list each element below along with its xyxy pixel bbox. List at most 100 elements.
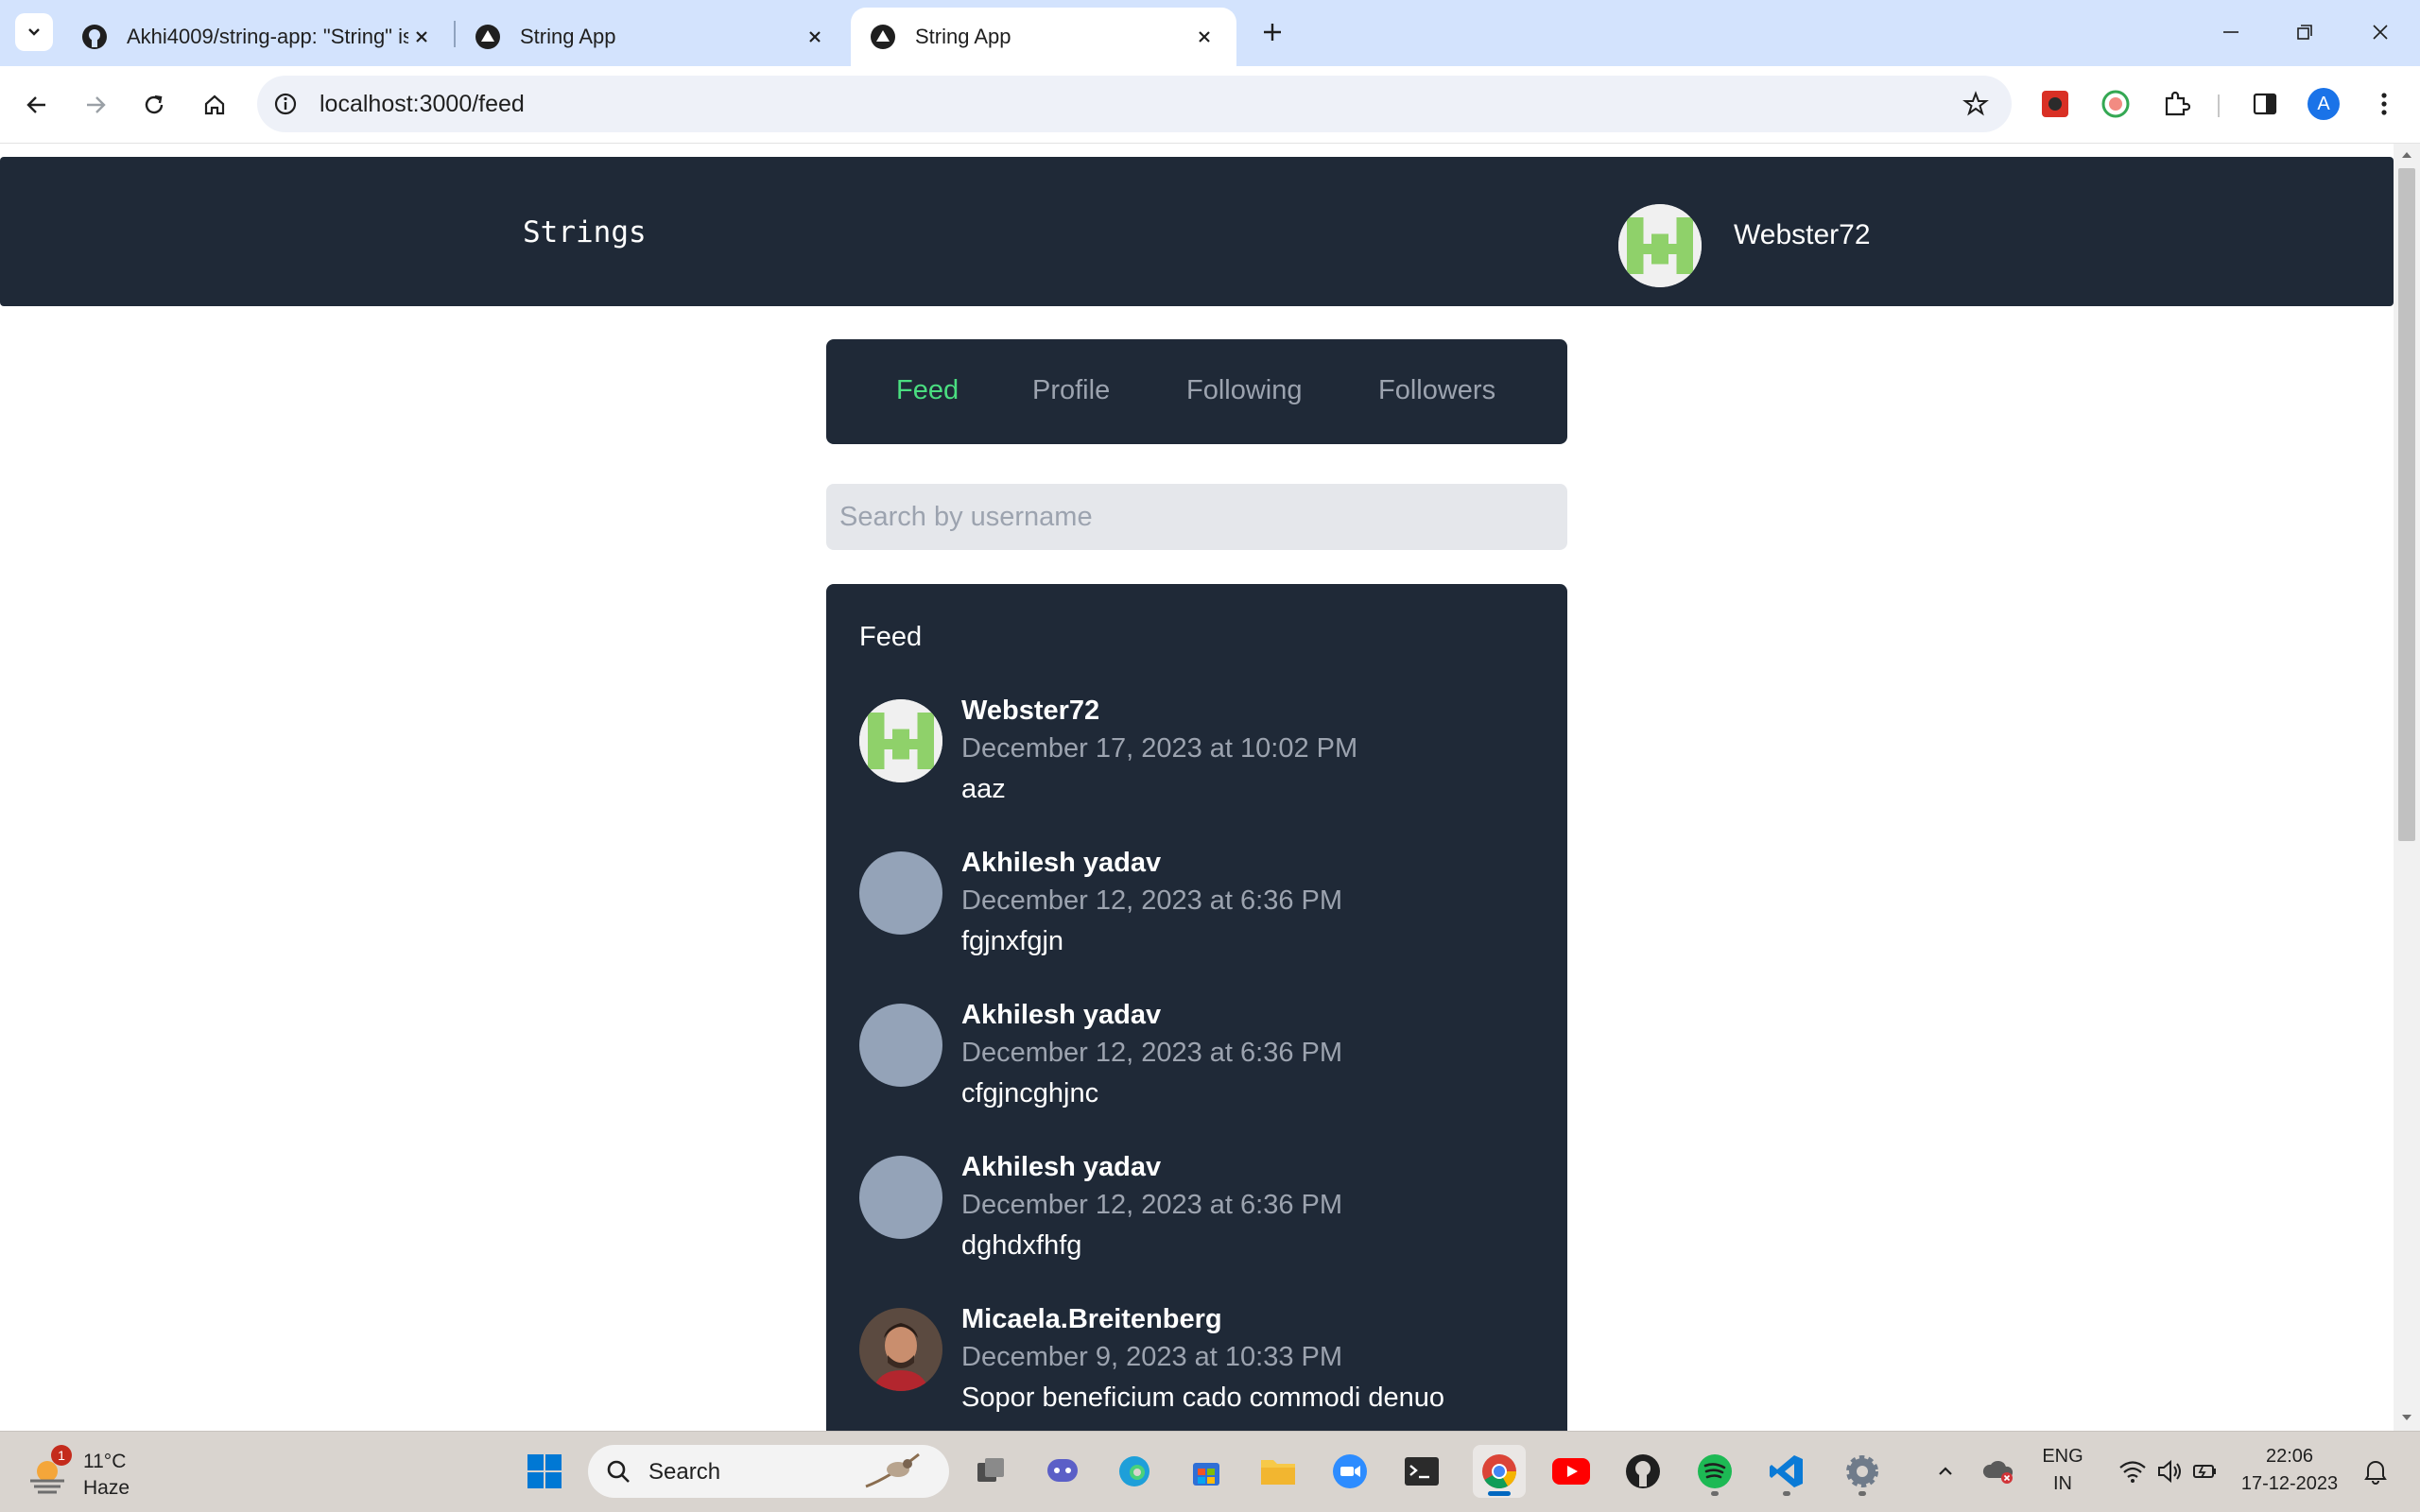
profile-avatar-button[interactable]: A [2305,85,2342,123]
chevron-up-icon [1939,1467,1952,1475]
post-username[interactable]: Akhilesh yadav [961,1152,1161,1183]
feed-post: Micaela.Breitenberg December 9, 2023 at … [859,1304,1540,1431]
nav-profile[interactable]: Profile [1032,375,1110,406]
reload-icon [145,94,164,114]
close-icon[interactable] [1191,24,1218,50]
post-username[interactable]: Webster72 [961,696,1099,727]
taskbar-chrome[interactable] [1473,1445,1526,1498]
extension-grammar-icon[interactable] [2097,85,2135,123]
browser-tab-github[interactable]: Akhi4009/string-app: "String" is [62,8,454,66]
task-view-button[interactable] [964,1445,1017,1498]
brand-logo-text[interactable]: Strings [523,215,647,249]
post-avatar-placeholder[interactable] [859,1156,942,1239]
info-icon[interactable] [270,89,301,119]
reload-button[interactable] [132,83,176,127]
tab-title: String App [915,25,1011,48]
browser-menu-button[interactable] [2365,85,2403,123]
close-window-button[interactable] [2358,11,2403,53]
post-avatar-placeholder[interactable] [859,851,942,935]
feed-post: Akhilesh yadav December 12, 2023 at 6:36… [859,1000,1540,1142]
vscode-icon [1770,1455,1803,1487]
page-viewport: Strings Webster72 Feed Profile Following… [0,144,2420,1431]
forward-button[interactable] [74,83,117,127]
bookmark-star-icon[interactable] [1961,89,1991,119]
nav-feed[interactable]: Feed [896,375,959,406]
browser-tab-strip: Akhi4009/string-app: "String" is String … [0,0,2420,66]
chrome-icon [1482,1454,1516,1489]
user-avatar[interactable] [1618,204,1702,287]
zoom-icon [1333,1454,1367,1488]
tab-search-button[interactable] [15,13,53,51]
profile-initial: A [2308,88,2340,120]
identicon-avatar [1618,204,1702,287]
home-icon [204,94,225,115]
taskbar-teams-chat[interactable] [1036,1445,1089,1498]
weather-widget[interactable]: 1 11°C Haze [26,1445,159,1502]
bird-illustration-icon [865,1452,920,1488]
restore-button[interactable] [2282,11,2327,53]
language-indicator[interactable]: ENG IN [2032,1446,2093,1495]
close-icon[interactable] [408,24,435,50]
restore-icon [2297,25,2312,40]
start-button[interactable] [518,1445,571,1498]
post-avatar[interactable] [859,699,942,782]
post-content: cfgjncghjnc [961,1078,1099,1108]
onedrive-tray-button[interactable] [1976,1445,2021,1498]
scrollbar-thumb[interactable] [2398,168,2415,841]
close-icon[interactable] [802,24,828,50]
post-username[interactable]: Akhilesh yadav [961,1000,1161,1031]
post-avatar-placeholder[interactable] [859,1004,942,1087]
scroll-down-arrow-icon[interactable] [2401,1412,2412,1423]
identicon-avatar [859,699,942,782]
post-avatar-photo[interactable] [859,1308,942,1391]
chevron-down-icon [28,28,40,36]
taskbar-youtube[interactable] [1545,1445,1598,1498]
taskbar-github-desktop[interactable] [1616,1445,1669,1498]
taskbar-vscode[interactable] [1760,1445,1813,1498]
windows-taskbar: 1 11°C Haze Search ENG IN 22:06 17-12-20… [0,1431,2420,1512]
post-content: Sopor beneficium cado commodi denuo [961,1383,1445,1413]
github-icon [1626,1454,1660,1488]
minimize-button[interactable] [2208,11,2254,53]
clock[interactable]: 22:06 17-12-2023 [2233,1446,2346,1495]
address-bar[interactable]: localhost:3000/feed [257,76,2012,132]
tab-title: String App [520,25,616,48]
taskbar-zoom[interactable] [1323,1445,1376,1498]
language-region: IN [2053,1473,2072,1494]
post-username[interactable]: Akhilesh yadav [961,848,1161,879]
header-username[interactable]: Webster72 [1734,219,1871,251]
taskbar-file-explorer[interactable] [1252,1445,1305,1498]
quick-settings-button[interactable] [2102,1445,2235,1498]
taskbar-search-box[interactable]: Search [588,1445,949,1498]
clock-date: 17-12-2023 [2240,1473,2339,1494]
taskbar-spotify[interactable] [1688,1445,1741,1498]
bell-icon [2364,1461,2387,1485]
extensions-puzzle-icon[interactable] [2157,85,2195,123]
notifications-button[interactable] [2354,1445,2397,1498]
vercel-icon [871,25,895,49]
back-button[interactable] [15,83,59,127]
side-panel-icon[interactable] [2246,85,2284,123]
extension-red-icon[interactable] [2036,85,2074,123]
search-username-input[interactable] [826,484,1567,550]
volume-icon [2158,1459,2181,1484]
taskbar-terminal[interactable] [1395,1445,1448,1498]
language-code: ENG [2042,1446,2083,1467]
active-app-indicator [1488,1491,1511,1496]
home-button[interactable] [193,83,236,127]
new-tab-button[interactable] [1253,13,1291,51]
browser-tab-string-app[interactable]: String App [456,8,847,66]
page-scrollbar[interactable] [2394,144,2420,1431]
scroll-up-arrow-icon[interactable] [2401,149,2412,161]
browser-tab-string-app-active[interactable]: String App [851,8,1236,66]
taskbar-store[interactable] [1180,1445,1233,1498]
nav-following[interactable]: Following [1186,375,1303,406]
taskbar-settings[interactable] [1836,1445,1889,1498]
nav-followers[interactable]: Followers [1378,375,1495,406]
post-username[interactable]: Micaela.Breitenberg [961,1304,1222,1335]
notification-badge: 1 [51,1445,72,1466]
show-hidden-icons-button[interactable] [1923,1445,1968,1498]
task-view-icon [977,1458,1004,1482]
github-icon [82,25,107,49]
taskbar-edge[interactable] [1108,1445,1161,1498]
